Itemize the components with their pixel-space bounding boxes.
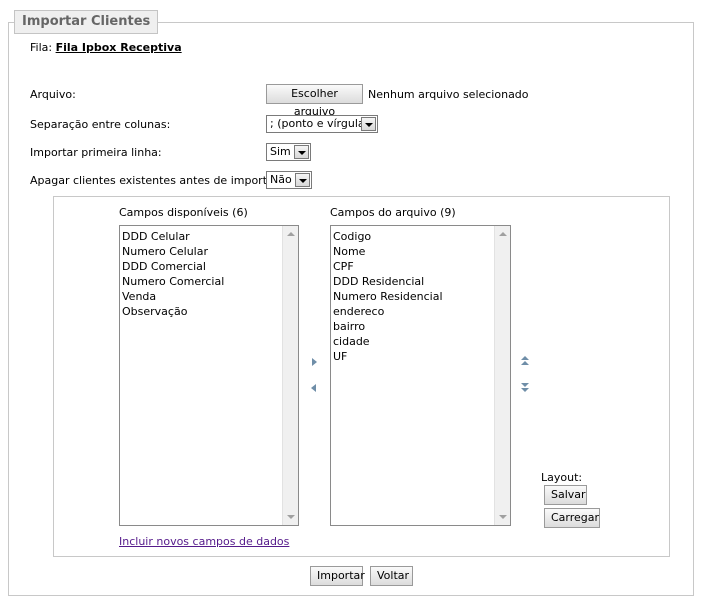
- scrollbar[interactable]: [282, 226, 298, 525]
- primeira-linha-select[interactable]: Sim: [266, 143, 311, 161]
- available-fields-title: Campos disponíveis (6): [119, 206, 248, 219]
- list-item[interactable]: CPF: [333, 259, 510, 274]
- layout-label: Layout:: [541, 471, 583, 484]
- scroll-down-icon[interactable]: [499, 515, 507, 519]
- list-item[interactable]: Numero Celular: [122, 244, 298, 259]
- file-fields-list[interactable]: Codigo Nome CPF DDD Residencial Numero Resid…: [330, 225, 511, 526]
- list-item[interactable]: DDD Comercial: [122, 259, 298, 274]
- primeira-linha-label: Importar primeira linha:: [30, 146, 162, 159]
- list-item[interactable]: Numero Residencial: [333, 289, 510, 304]
- arquivo-label: Arquivo:: [30, 88, 76, 101]
- salvar-button[interactable]: Salvar: [544, 485, 587, 505]
- importar-button[interactable]: Importar: [310, 566, 365, 586]
- fila-link[interactable]: Fila Ipbox Receptiva: [56, 41, 182, 54]
- separacao-value: ; (ponto e vírgula): [270, 117, 369, 130]
- separacao-label: Separação entre colunas:: [30, 118, 171, 131]
- scroll-down-icon[interactable]: [287, 515, 295, 519]
- incluir-campos-link[interactable]: Incluir novos campos de dados: [119, 535, 289, 548]
- move-right-icon[interactable]: [312, 358, 317, 366]
- list-item[interactable]: DDD Residencial: [333, 274, 510, 289]
- scroll-up-icon[interactable]: [499, 232, 507, 236]
- list-item[interactable]: bairro: [333, 319, 510, 334]
- voltar-button[interactable]: Voltar: [370, 566, 413, 586]
- file-fields-title: Campos do arquivo (9): [330, 206, 456, 219]
- chevron-down-icon: [361, 117, 376, 131]
- list-item[interactable]: Nome: [333, 244, 510, 259]
- list-item[interactable]: Observação: [122, 304, 298, 319]
- separacao-select[interactable]: ; (ponto e vírgula): [266, 115, 378, 133]
- list-item[interactable]: endereco: [333, 304, 510, 319]
- chevron-down-icon: [294, 145, 309, 159]
- move-left-icon[interactable]: [311, 384, 316, 392]
- form-legend: Importar Clientes: [14, 10, 159, 34]
- apagar-value: Não: [270, 173, 292, 186]
- primeira-linha-value: Sim: [270, 145, 291, 158]
- carregar-button[interactable]: Carregar: [544, 508, 600, 528]
- fila-row: Fila: Fila Ipbox Receptiva: [30, 41, 182, 54]
- list-item[interactable]: DDD Celular: [122, 229, 298, 244]
- apagar-label: Apagar clientes existentes antes de impo…: [30, 174, 282, 187]
- scroll-up-icon[interactable]: [287, 232, 295, 236]
- move-up-icon[interactable]: [520, 356, 530, 368]
- chevron-down-icon: [295, 173, 310, 187]
- list-item[interactable]: Numero Comercial: [122, 274, 298, 289]
- file-status-text: Nenhum arquivo selecionado: [368, 88, 529, 101]
- list-item[interactable]: Codigo: [333, 229, 510, 244]
- move-down-icon[interactable]: [520, 383, 530, 395]
- scrollbar[interactable]: [494, 226, 510, 525]
- list-item[interactable]: Venda: [122, 289, 298, 304]
- fila-label: Fila:: [30, 41, 53, 54]
- apagar-select[interactable]: Não: [266, 171, 312, 189]
- list-item[interactable]: UF: [333, 349, 510, 364]
- available-fields-list[interactable]: DDD Celular Numero Celular DDD Comercial Nu…: [119, 225, 299, 526]
- list-item[interactable]: cidade: [333, 334, 510, 349]
- choose-file-button[interactable]: Escolher arquivo: [266, 84, 363, 118]
